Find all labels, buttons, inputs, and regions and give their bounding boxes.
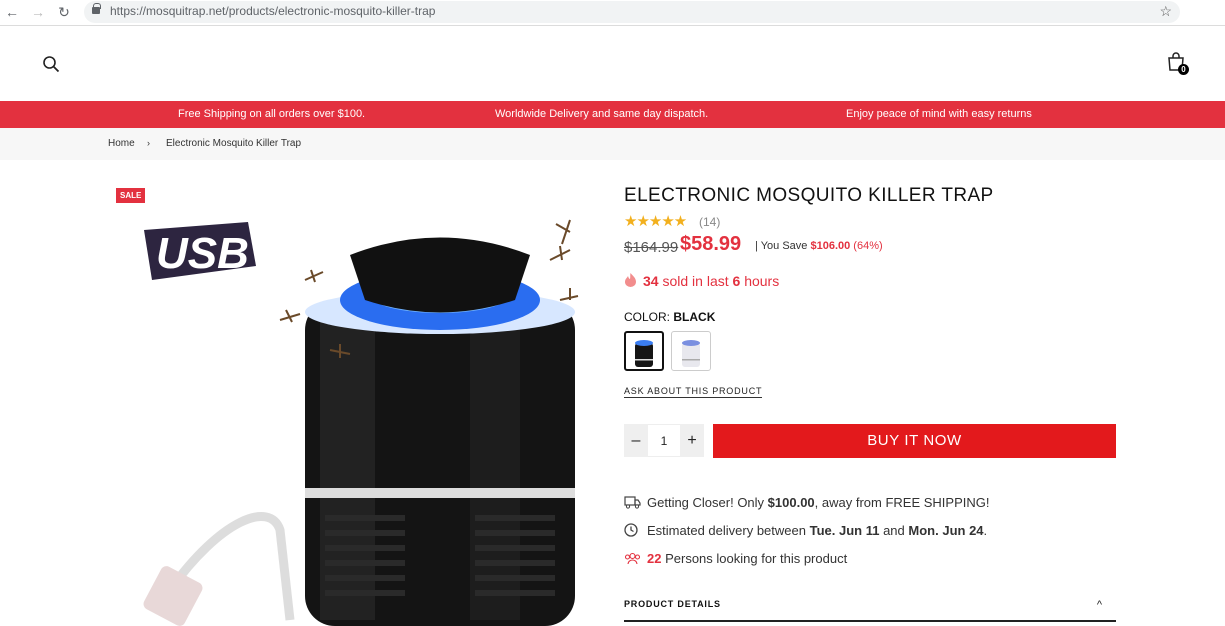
promo-worldwide-delivery: Worldwide Delivery and same day dispatch… [495, 108, 709, 120]
persons-count: 22 [647, 551, 662, 566]
product-title: ELECTRONIC MOSQUITO KILLER TRAP [624, 185, 994, 206]
ask-about-product-link[interactable]: ASK ABOUT THIS PRODUCT [624, 386, 763, 398]
search-icon[interactable] [42, 55, 60, 73]
breadcrumb-home-link[interactable]: Home [108, 138, 135, 149]
breadcrumb: Home › Electronic Mosquito Killer Trap [0, 128, 1225, 160]
cart-button[interactable]: 0 [1167, 52, 1189, 76]
product-details-accordion[interactable]: PRODUCT DETAILS ^ [624, 590, 1116, 622]
usb-logo-text: USB [156, 229, 249, 278]
promo-easy-returns: Enjoy peace of mind with easy returns [846, 108, 1032, 120]
chevron-up-icon[interactable]: ^ [1097, 599, 1102, 611]
delivery-and: and [883, 523, 905, 538]
review-count[interactable]: (14) [699, 215, 720, 229]
breadcrumb-current: Electronic Mosquito Killer Trap [166, 138, 302, 149]
url-text: https://mosquitrap.net/products/electron… [110, 4, 436, 18]
usb-logo: USB [144, 222, 256, 280]
white-trap-thumbnail [682, 340, 700, 367]
swatch-white[interactable] [671, 331, 711, 371]
color-selected-value: BLACK [673, 310, 716, 324]
product-details-label: PRODUCT DETAILS [624, 599, 721, 609]
shipping-pre: Getting Closer! Only [647, 495, 765, 510]
rating-stars-icon[interactable]: ★★★★★ [624, 212, 687, 230]
truck-icon [624, 496, 641, 509]
site-header: 0 [0, 27, 1225, 101]
product-image[interactable]: USB [130, 200, 600, 626]
qty-increase-button[interactable]: + [680, 424, 704, 457]
back-icon[interactable]: ← [4, 4, 20, 20]
delivery-to: Mon. Jun 24 [908, 523, 984, 538]
fire-icon [625, 273, 636, 287]
you-save-label: | You Save [755, 240, 808, 252]
forward-icon[interactable]: → [30, 4, 46, 20]
swatch-black[interactable] [624, 331, 664, 371]
sold-counter: 34 sold in last 6 hours [624, 273, 779, 289]
clock-icon [624, 523, 638, 537]
shipping-post: , away from FREE SHIPPING! [814, 495, 990, 510]
sold-suffix: hours [744, 273, 780, 289]
you-save-amount: $106.00 [810, 240, 851, 252]
quantity-input[interactable]: 1 [648, 424, 680, 457]
you-save: | You Save $106.00 (64%) [755, 240, 883, 252]
sold-mid-text: sold in last [662, 273, 729, 289]
people-icon [624, 552, 641, 565]
lock-icon [92, 3, 101, 14]
delivery-pre: Estimated delivery between [647, 523, 806, 538]
bookmark-star-icon[interactable]: ☆ [1159, 3, 1172, 20]
shipping-amount: $100.00 [767, 495, 815, 510]
color-label-text: COLOR: [624, 310, 671, 324]
compare-price: $164.99 [624, 239, 679, 256]
qty-decrease-button[interactable]: – [624, 424, 648, 457]
address-bar[interactable]: https://mosquitrap.net/products/electron… [84, 1, 1180, 23]
browser-bar: ← → ↻ https://mosquitrap.net/products/el… [0, 0, 1225, 26]
sale-price: $58.99 [680, 233, 742, 255]
persons-viewing: 22 Persons looking for this product [624, 551, 847, 566]
black-trap-thumbnail [635, 340, 653, 367]
color-option-label: COLOR: BLACK [624, 310, 715, 324]
free-shipping-progress: Getting Closer! Only $100.00, away from … [624, 495, 990, 510]
promo-free-shipping: Free Shipping on all orders over $100. [178, 108, 366, 120]
delivery-from: Tue. Jun 11 [809, 523, 880, 538]
you-save-percent: (64%) [853, 240, 883, 252]
breadcrumb-separator-icon: › [147, 138, 150, 148]
persons-text: Persons looking for this product [665, 551, 848, 566]
buy-it-now-button[interactable]: BUY IT NOW [713, 424, 1116, 458]
sold-hours: 6 [732, 273, 741, 289]
delivery-end: . [983, 523, 988, 538]
promo-bar: Free Shipping on all orders over $100. W… [0, 101, 1225, 128]
sold-count: 34 [643, 273, 659, 289]
estimated-delivery: Estimated delivery between Tue. Jun 11 a… [624, 523, 987, 538]
reload-icon[interactable]: ↻ [56, 4, 72, 20]
cart-count-badge: 0 [1178, 64, 1189, 75]
